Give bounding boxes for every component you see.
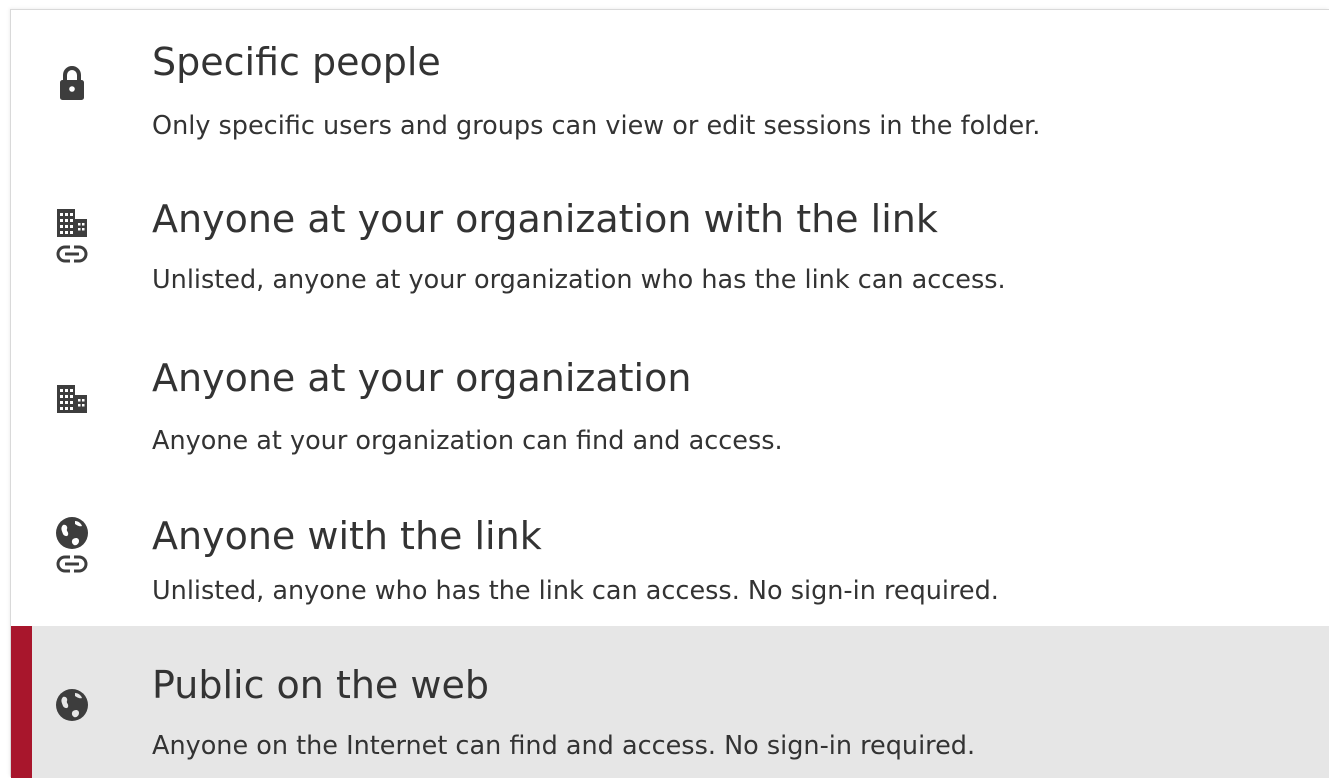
option-description: Anyone at your organization can find and… — [152, 426, 783, 456]
option-description: Only specific users and groups can view … — [152, 111, 1041, 141]
option-icons — [55, 64, 89, 102]
building-icon — [56, 208, 88, 238]
option-organization[interactable]: Anyone at your organization Anyone at yo… — [11, 318, 1329, 470]
selected-indicator — [11, 626, 32, 778]
option-description: Unlisted, anyone who has the link can ac… — [152, 576, 999, 606]
link-icon — [56, 245, 88, 263]
option-organization-with-link[interactable]: Anyone at your organization with the lin… — [11, 164, 1329, 316]
option-icons — [55, 688, 89, 722]
globe-icon — [55, 688, 89, 722]
option-title: Public on the web — [152, 663, 489, 707]
building-icon — [56, 384, 88, 414]
option-public-on-web[interactable]: Public on the web Anyone on the Internet… — [11, 626, 1329, 778]
sharing-options-list: Specific people Only specific users and … — [10, 9, 1329, 778]
option-description: Anyone on the Internet can find and acce… — [152, 731, 976, 761]
option-icons — [55, 384, 89, 414]
option-title: Specific people — [152, 40, 441, 84]
option-title: Anyone with the link — [152, 514, 542, 558]
option-title: Anyone at your organization with the lin… — [152, 197, 938, 241]
lock-icon — [56, 64, 88, 102]
option-specific-people[interactable]: Specific people Only specific users and … — [11, 10, 1329, 162]
option-icons — [55, 516, 89, 573]
option-icons — [55, 208, 89, 263]
link-icon — [56, 555, 88, 573]
option-title: Anyone at your organization — [152, 356, 692, 400]
globe-icon — [55, 516, 89, 550]
option-description: Unlisted, anyone at your organization wh… — [152, 265, 1006, 295]
option-anyone-with-link[interactable]: Anyone with the link Unlisted, anyone wh… — [11, 472, 1329, 624]
